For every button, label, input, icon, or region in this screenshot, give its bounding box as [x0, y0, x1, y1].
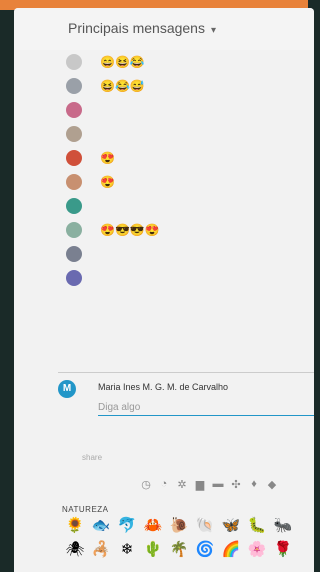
list-item[interactable]	[14, 266, 314, 290]
emoji-category-icon[interactable]: ▆	[194, 478, 206, 491]
divider	[58, 372, 314, 373]
message-list: 😄😆😂 😆😂😅 😍 😍 😍😎😎😍	[14, 50, 314, 290]
header: Principais mensagens ▾	[14, 8, 314, 50]
emoji-icon[interactable]: 🐜	[270, 516, 296, 534]
emoji-icon[interactable]: 🐌	[166, 516, 192, 534]
compose-author: Maria Ines M. G. M. de Carvalho	[98, 382, 229, 392]
list-item[interactable]	[14, 194, 314, 218]
share-label: share	[82, 453, 103, 462]
emoji-category-icon[interactable]: ◷	[140, 478, 152, 491]
emoji-category-icon[interactable]: ◆	[266, 478, 278, 491]
emoji-icon[interactable]: ❄	[114, 540, 140, 558]
message-emojis: 😄😆😂	[100, 55, 145, 69]
message-emojis: 😆😂😅	[100, 79, 145, 93]
avatar	[66, 246, 82, 262]
emoji-icon[interactable]: 🌀	[192, 540, 218, 558]
emoji-icon[interactable]: 🌹	[270, 540, 296, 558]
avatar	[66, 270, 82, 286]
avatar	[66, 102, 82, 118]
emoji-icon[interactable]: 🦀	[140, 516, 166, 534]
list-item[interactable]	[14, 242, 314, 266]
message-input[interactable]	[98, 400, 314, 416]
emoji-icon[interactable]: 🌵	[140, 540, 166, 558]
list-item[interactable]: 😍	[14, 170, 314, 194]
list-item[interactable]: 😆😂😅	[14, 74, 314, 98]
emoji-icon[interactable]: 🐟	[88, 516, 114, 534]
emoji-category-bar: ◷ ◔ ✲ ▆ ▬ ✣ ♦ ◆	[140, 478, 278, 491]
list-item[interactable]	[14, 122, 314, 146]
emoji-icon[interactable]: 🌻	[62, 516, 88, 534]
list-item[interactable]: 😄😆😂	[14, 50, 314, 74]
emoji-category-icon[interactable]: ✲	[176, 478, 188, 491]
emoji-icon[interactable]: 🕷	[62, 540, 88, 558]
message-emojis: 😍😎😎😍	[100, 223, 160, 237]
emoji-grid: 🌻 🐟 🐬 🦀 🐌 🐚 🦋 🐛 🐜 🕷 🦂 ❄ 🌵 🌴 🌀 🌈 🌸 🌹	[62, 516, 314, 558]
message-emojis: 😍	[100, 175, 115, 189]
avatar	[66, 198, 82, 214]
emoji-icon[interactable]: 🌸	[244, 540, 270, 558]
avatar	[66, 54, 82, 70]
chevron-down-icon[interactable]: ▾	[211, 25, 216, 36]
emoji-category-icon[interactable]: ◔	[158, 478, 170, 491]
page-title: Principais mensagens	[68, 20, 205, 36]
emoji-icon[interactable]: 🦂	[88, 540, 114, 558]
list-item[interactable]: 😍	[14, 146, 314, 170]
emoji-icon[interactable]: 🐚	[192, 516, 218, 534]
emoji-icon[interactable]: 🌴	[166, 540, 192, 558]
emoji-icon[interactable]: 🌈	[218, 540, 244, 558]
avatar: M	[58, 380, 76, 398]
emoji-category-icon[interactable]: ♦	[248, 478, 260, 491]
avatar	[66, 222, 82, 238]
avatar	[66, 78, 82, 94]
emoji-category-icon[interactable]: ▬	[212, 478, 224, 491]
app-window: Principais mensagens ▾ 😄😆😂 😆😂😅 😍 😍 😍😎😎😍 M Mar…	[14, 8, 314, 572]
list-item[interactable]: 😍😎😎😍	[14, 218, 314, 242]
avatar	[66, 174, 82, 190]
section-label: NATUREZA	[62, 505, 109, 514]
avatar	[66, 126, 82, 142]
avatar	[66, 150, 82, 166]
list-item[interactable]	[14, 98, 314, 122]
emoji-icon[interactable]: 🐬	[114, 516, 140, 534]
message-emojis: 😍	[100, 151, 115, 165]
emoji-icon[interactable]: 🐛	[244, 516, 270, 534]
emoji-icon[interactable]: 🦋	[218, 516, 244, 534]
emoji-category-icon[interactable]: ✣	[230, 478, 242, 491]
